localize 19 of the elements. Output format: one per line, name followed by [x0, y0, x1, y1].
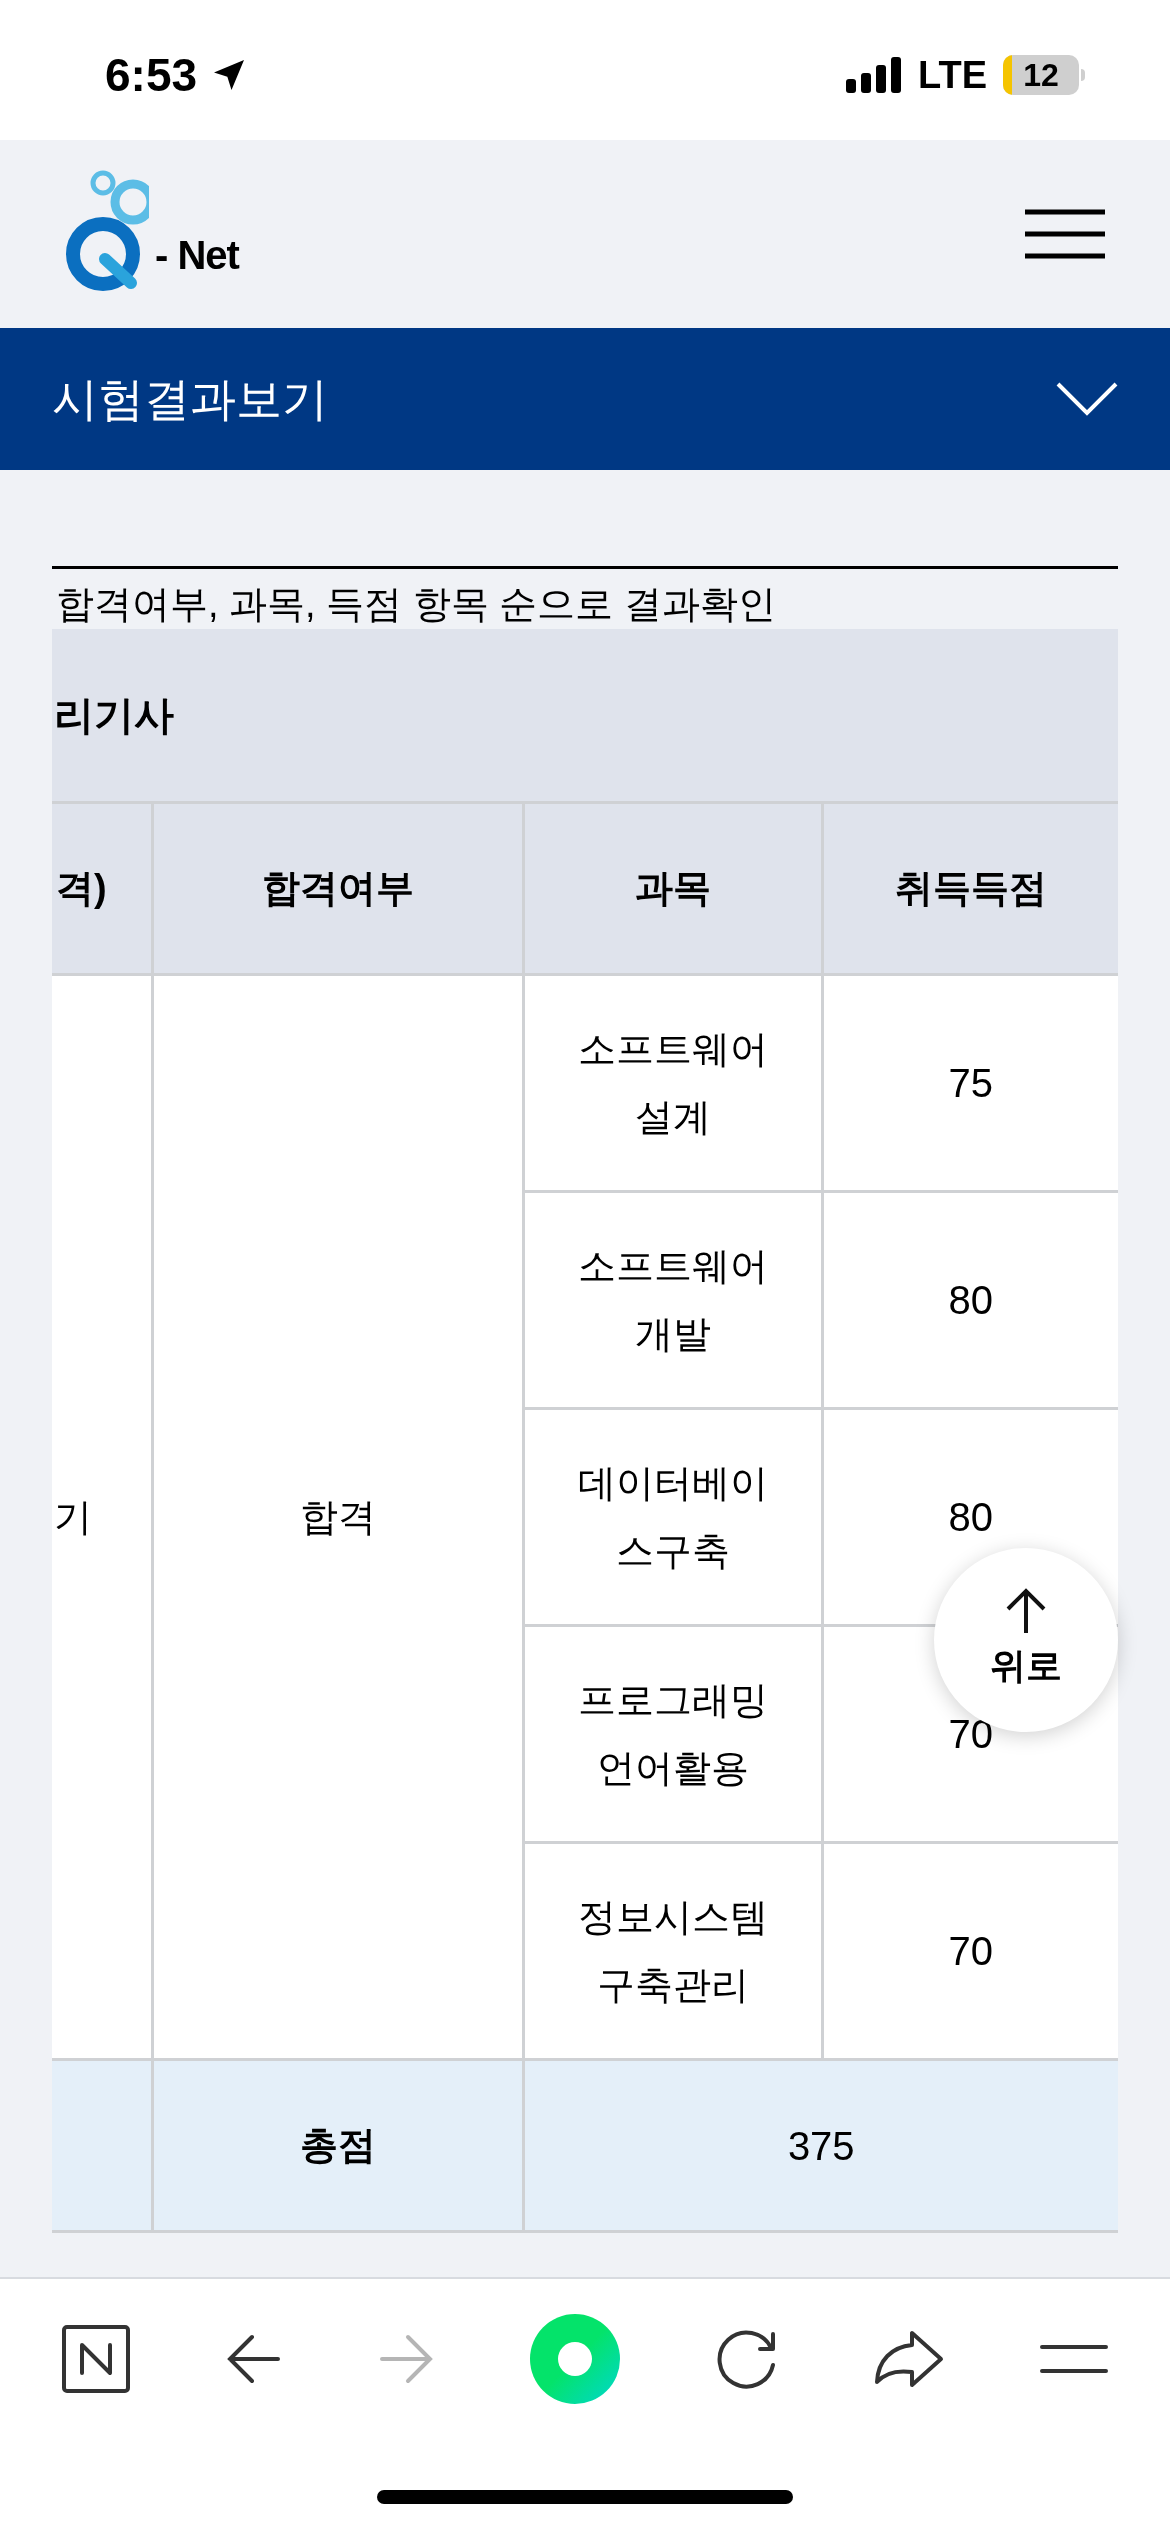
naver-n-icon[interactable] — [62, 2325, 130, 2393]
table-title: 리기사 — [54, 692, 174, 739]
share-icon[interactable] — [874, 2330, 944, 2388]
section-title: 시험결과보기 — [52, 371, 328, 427]
signal-icon — [846, 57, 903, 93]
menu-icon[interactable] — [1040, 2344, 1108, 2374]
network-label: LTE — [918, 52, 987, 98]
up-arrow-icon — [1004, 1587, 1048, 1635]
status-time: 6:53 — [105, 47, 198, 103]
chevron-icon[interactable] — [1056, 382, 1118, 416]
section-bar[interactable]: 시험결과보기 — [0, 328, 1170, 470]
table-cell: 기 — [52, 974, 152, 2060]
reload-icon[interactable] — [716, 2328, 778, 2390]
menu-icon[interactable] — [1025, 209, 1105, 259]
column-header: 격) — [52, 802, 152, 975]
logo-text[interactable]: - Net — [155, 225, 239, 285]
description-text: 합격여부, 과목, 득점 항목 순으로 결과확인 — [56, 582, 777, 627]
total-label: 총점 — [152, 2059, 523, 2232]
battery-indicator: 12 — [1003, 55, 1085, 95]
